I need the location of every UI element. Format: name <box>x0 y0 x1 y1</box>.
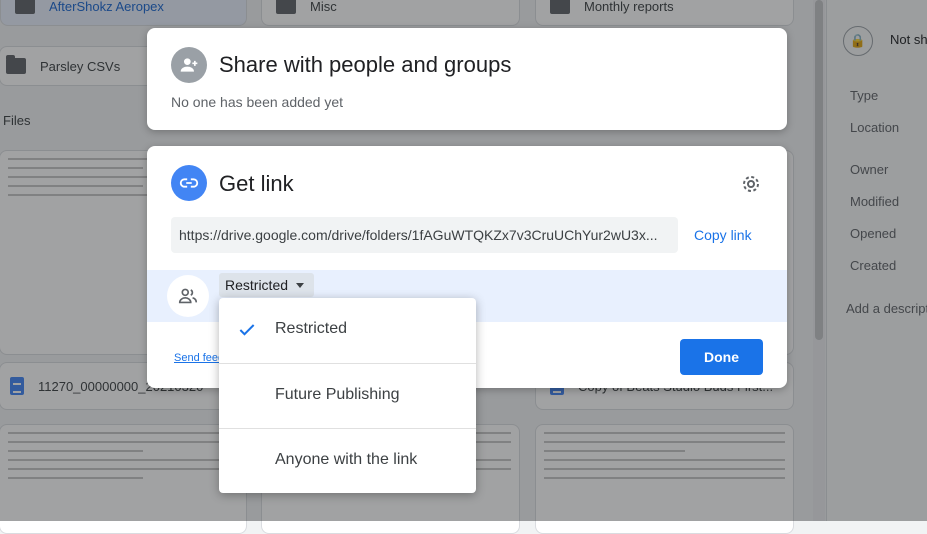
share-dialog-title: Share with people and groups <box>219 52 512 77</box>
access-level-dropdown[interactable]: Restricted <box>219 273 315 297</box>
share-people-dialog: Share with people and groups No one has … <box>147 28 787 130</box>
check-icon <box>239 324 255 336</box>
menu-item-restricted[interactable]: Restricted <box>219 298 476 362</box>
gear-icon[interactable] <box>739 172 763 196</box>
copy-link-button[interactable]: Copy link <box>694 227 752 243</box>
share-url-field[interactable]: https://drive.google.com/drive/folders/1… <box>171 217 678 253</box>
menu-item-future-publishing[interactable]: Future Publishing <box>219 363 476 427</box>
menu-item-anyone-with-link[interactable]: Anyone with the link <box>219 428 476 492</box>
menu-item-label: Future Publishing <box>275 386 400 403</box>
access-level-value: Restricted <box>225 277 289 293</box>
access-level-menu: Restricted Future Publishing Anyone with… <box>219 298 476 493</box>
send-feedback-link[interactable]: Send feed <box>174 352 224 364</box>
menu-item-label: Restricted <box>275 320 348 337</box>
person-add-icon <box>171 47 207 83</box>
share-dialog-subtitle: No one has been added yet <box>171 94 344 110</box>
people-icon <box>167 275 209 317</box>
get-link-title: Get link <box>219 171 294 196</box>
done-button[interactable]: Done <box>680 339 763 375</box>
caret-down-icon <box>296 282 305 288</box>
link-icon <box>171 165 207 201</box>
menu-item-label: Anyone with the link <box>275 451 418 468</box>
